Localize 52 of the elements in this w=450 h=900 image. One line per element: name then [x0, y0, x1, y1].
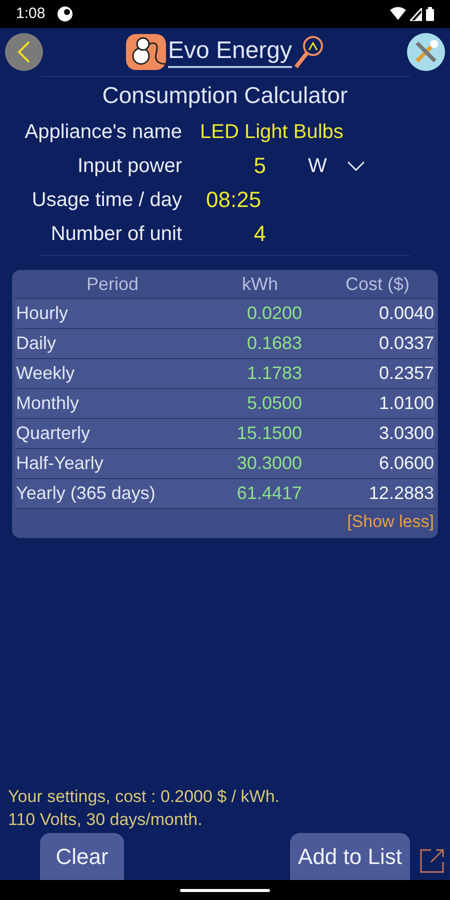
table-cell-text: 30.3000	[236, 452, 302, 475]
column-header: Period	[85, 272, 140, 296]
app-name: Evo Energy	[168, 36, 292, 68]
appliance-name-field[interactable]: LED Light Bulbs	[200, 116, 344, 146]
chevron-down-icon	[346, 160, 365, 170]
battery-icon	[426, 7, 434, 21]
table-cell-text: 0.0337	[378, 332, 435, 355]
table-cell-text: 3.0300	[378, 422, 435, 445]
table-cell-text: Yearly (365 days)	[15, 482, 156, 505]
page-title: Consumption Calculator	[102, 80, 348, 110]
chevron-left-icon	[17, 41, 31, 63]
table-cell-text: 6.0600	[378, 452, 435, 475]
table-cell-text: Weekly	[15, 362, 76, 385]
table-cell-text: 0.1683	[246, 332, 302, 355]
unit-count-field[interactable]: 4	[182, 217, 266, 250]
unit-dropdown[interactable]: W	[308, 150, 365, 180]
wifi-icon	[390, 7, 406, 21]
back-button[interactable]	[5, 33, 43, 71]
table-cell-text: 0.2357	[378, 362, 435, 385]
table-cell-text: Daily	[15, 332, 58, 355]
settings-button[interactable]	[407, 33, 445, 71]
settings-note: 110 Volts, 30 days/month.	[8, 809, 204, 831]
tools-icon	[413, 39, 439, 65]
status-time: 1:08	[16, 4, 46, 24]
table-cell-text: 61.4417	[236, 482, 302, 505]
table-cell-text: Monthly	[15, 392, 80, 415]
field-label: Input power	[76, 154, 182, 178]
show-less-link[interactable]: [Show less]	[347, 509, 435, 535]
notification-icon	[57, 6, 74, 22]
home-indicator[interactable]	[180, 888, 270, 892]
table-cell-text: 1.1783	[246, 362, 302, 385]
clear-button[interactable]: Clear	[40, 833, 124, 880]
table-cell-text: 1.0100	[378, 392, 435, 415]
table-cell-text: 12.2883	[368, 482, 435, 505]
table-cell-text: 0.0200	[246, 302, 302, 325]
signal-icon	[410, 8, 422, 20]
column-header: kWh	[241, 272, 279, 296]
table-cell-text: Hourly	[15, 302, 70, 325]
settings-note: Your settings, cost : 0.2000 $ / kWh.	[8, 786, 281, 808]
field-label: Usage time / day	[30, 188, 182, 212]
input-power-field[interactable]: 5	[182, 149, 266, 182]
add-to-list-button[interactable]: Add to List	[290, 833, 410, 880]
field-label: Number of unit	[50, 222, 182, 246]
table-cell-text: Quarterly	[15, 422, 92, 445]
table-cell-text: 0.0040	[378, 302, 435, 325]
table-cell-text: 5.0500	[246, 392, 302, 415]
field-label: Appliance's name	[24, 120, 182, 144]
table-cell-text: Half-Yearly	[15, 452, 104, 475]
usage-time-field[interactable]: 08:25	[206, 183, 262, 216]
table-cell-text: 15.1500	[236, 422, 302, 445]
column-header: Cost ($)	[344, 272, 410, 296]
share-icon	[419, 848, 445, 874]
